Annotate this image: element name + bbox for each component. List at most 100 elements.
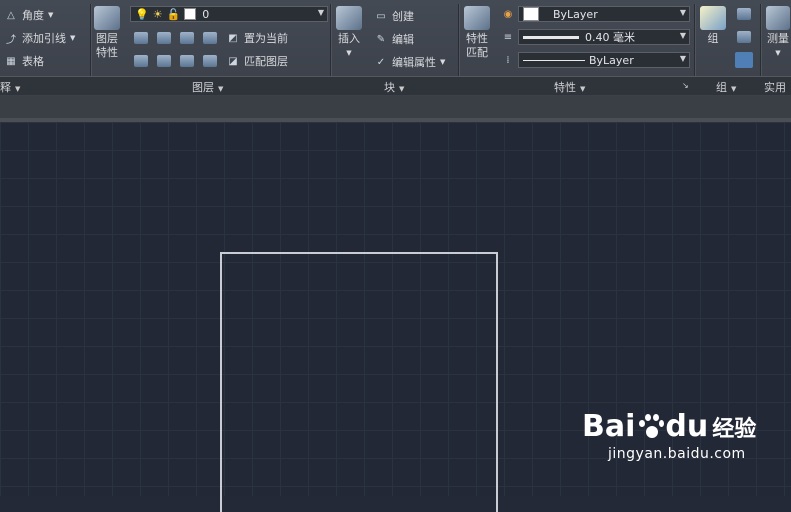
edit-attributes-button[interactable]: ✓ 编辑属性 ▼: [374, 54, 446, 70]
block-panel-title[interactable]: 块 ▼: [384, 79, 404, 95]
paw-icon: [637, 413, 665, 440]
measure-label: 测量: [767, 32, 789, 45]
match-properties-label-1: 特性: [466, 32, 488, 45]
watermark-url: jingyan.baidu.com: [608, 446, 746, 462]
baidu-jingyan-watermark: Bai du 经验 jingyan.baidu.com: [582, 409, 756, 462]
create-block-button[interactable]: ▭ 创建: [374, 8, 414, 24]
chevron-down-icon: ▼: [580, 85, 586, 93]
layers-panel-title-text: 图层: [192, 81, 214, 94]
angle-label: 角度: [22, 9, 44, 22]
set-current-icon: ◩: [228, 32, 238, 44]
watermark-brand-right: du: [665, 409, 709, 444]
lineweight-preview: [523, 35, 579, 39]
properties-panel-title-text: 特性: [554, 81, 576, 94]
group-edit-icon[interactable]: [737, 31, 751, 43]
measure-button[interactable]: 测量 ▼: [766, 6, 790, 60]
linetype-combo[interactable]: ByLayer ▼: [518, 52, 690, 68]
lightbulb-icon: 💡: [135, 7, 149, 21]
linetype-combo-value: ByLayer: [589, 53, 634, 67]
watermark-brand-left: Bai: [582, 409, 636, 444]
insert-label: 插入: [338, 32, 360, 45]
chevron-down-icon: ▼: [679, 31, 686, 40]
match-layer-button[interactable]: ◪ 匹配图层: [226, 53, 288, 69]
chevron-down-icon: ▼: [440, 58, 446, 66]
chevron-down-icon: ▼: [48, 11, 54, 19]
watermark-brand-cn: 经验: [712, 416, 757, 442]
chevron-down-icon: ▼: [679, 8, 686, 17]
layer-on-icon[interactable]: [134, 55, 148, 67]
edit-block-icon: ✎: [376, 33, 386, 45]
layer-properties-label-2: 特性: [96, 46, 118, 59]
edit-attributes-label: 编辑属性: [392, 56, 436, 69]
group-icon: [700, 6, 726, 30]
layer-combo[interactable]: 💡 ☀ 🔓 0 ▼: [130, 6, 328, 22]
leader-icon: ⤴: [6, 34, 16, 46]
utilities-panel-title[interactable]: 实用: [764, 79, 786, 95]
angle-button[interactable]: △ 角度 ▼: [4, 7, 53, 23]
chevron-down-icon: ▼: [679, 54, 686, 63]
color-combo[interactable]: ByLayer ▼: [518, 6, 690, 22]
linetype-preview: [523, 59, 585, 61]
add-leader-label: 添加引线: [22, 32, 66, 45]
table-label: 表格: [22, 55, 44, 68]
match-properties-label-2: 匹配: [466, 46, 488, 59]
create-label: 创建: [392, 10, 414, 23]
layer-freeze-icon[interactable]: [180, 32, 194, 44]
lineweight-combo[interactable]: 0.40 毫米 ▼: [518, 29, 690, 45]
annotation-panel-title[interactable]: 释 ▼: [0, 79, 20, 95]
unlock-icon: 🔓: [166, 7, 181, 21]
layer-unisolate-icon[interactable]: [157, 55, 171, 67]
panel-title-bar: 释 ▼ 图层 ▼ 块 ▼ 特性 ▼ ↘ 组 ▼ 实用: [0, 76, 791, 95]
groups-panel-title[interactable]: 组 ▼: [716, 79, 736, 95]
insert-block-icon: [336, 6, 362, 30]
insert-block-button[interactable]: 插入 ▼: [336, 6, 362, 60]
set-current-button[interactable]: ◩ 置为当前: [226, 30, 288, 46]
color-combo-value: ByLayer: [553, 7, 598, 21]
edit-label: 编辑: [392, 33, 414, 46]
layer-combo-value: 0: [202, 7, 210, 21]
group-button[interactable]: 组: [700, 6, 726, 46]
lineweight-icon: ≡: [503, 31, 513, 43]
layer-color-swatch: [184, 8, 197, 20]
chevron-down-icon: ▼: [775, 49, 781, 57]
layer-isolate-icon[interactable]: [157, 32, 171, 44]
match-properties-button[interactable]: 特性 匹配: [464, 6, 490, 60]
match-properties-icon: [464, 6, 490, 30]
table-button[interactable]: ▦ 表格: [4, 53, 44, 69]
layers-panel-title[interactable]: 图层 ▼: [192, 79, 223, 95]
ungroup-icon[interactable]: [737, 8, 751, 20]
match-layer-label: 匹配图层: [244, 55, 288, 68]
file-tab-bar: [0, 96, 791, 118]
properties-panel-title[interactable]: 特性 ▼: [554, 79, 585, 95]
layer-properties-label-1: 图层: [96, 32, 118, 45]
color-wheel-icon: ◉: [503, 8, 513, 20]
add-leader-button[interactable]: ⤴ 添加引线 ▼: [4, 30, 75, 46]
layer-stack-icon: [94, 6, 120, 30]
lineweight-combo-value: 0.40 毫米: [585, 31, 635, 44]
layer-lock-icon[interactable]: [203, 32, 217, 44]
properties-dialog-launcher-icon[interactable]: ↘: [682, 81, 689, 90]
layer-unlock-icon[interactable]: [203, 55, 217, 67]
edit-block-button[interactable]: ✎ 编辑: [374, 31, 414, 47]
ribbon: △ 角度 ▼ ⤴ 添加引线 ▼ ▦ 表格 图层 特性 💡 ☀ 🔓 0 ▼ ◩ 置…: [0, 0, 791, 96]
group-selection-toggle-icon[interactable]: [735, 52, 753, 68]
layer-thaw-icon[interactable]: [180, 55, 194, 67]
block-panel-title-text: 块: [384, 81, 395, 94]
chevron-down-icon: ▼: [731, 85, 737, 93]
layer-off-icon[interactable]: [134, 32, 148, 44]
edit-attributes-icon: ✓: [376, 56, 386, 68]
drawn-rectangle[interactable]: [220, 252, 498, 512]
set-current-label: 置为当前: [244, 32, 288, 45]
layer-properties-button[interactable]: 图层 特性: [94, 6, 120, 60]
group-label: 组: [707, 32, 719, 45]
match-layer-icon: ◪: [228, 55, 238, 67]
chevron-down-icon: ▼: [218, 85, 224, 93]
create-block-icon: ▭: [376, 10, 386, 22]
groups-panel-title-text: 组: [716, 81, 727, 94]
annotation-panel-title-text: 释: [0, 81, 11, 94]
measure-icon: [766, 6, 790, 30]
watermark-logo: Bai du 经验: [582, 409, 756, 444]
table-icon: ▦: [6, 55, 16, 67]
chevron-down-icon: ▼: [15, 85, 21, 93]
angle-icon: △: [7, 9, 15, 21]
